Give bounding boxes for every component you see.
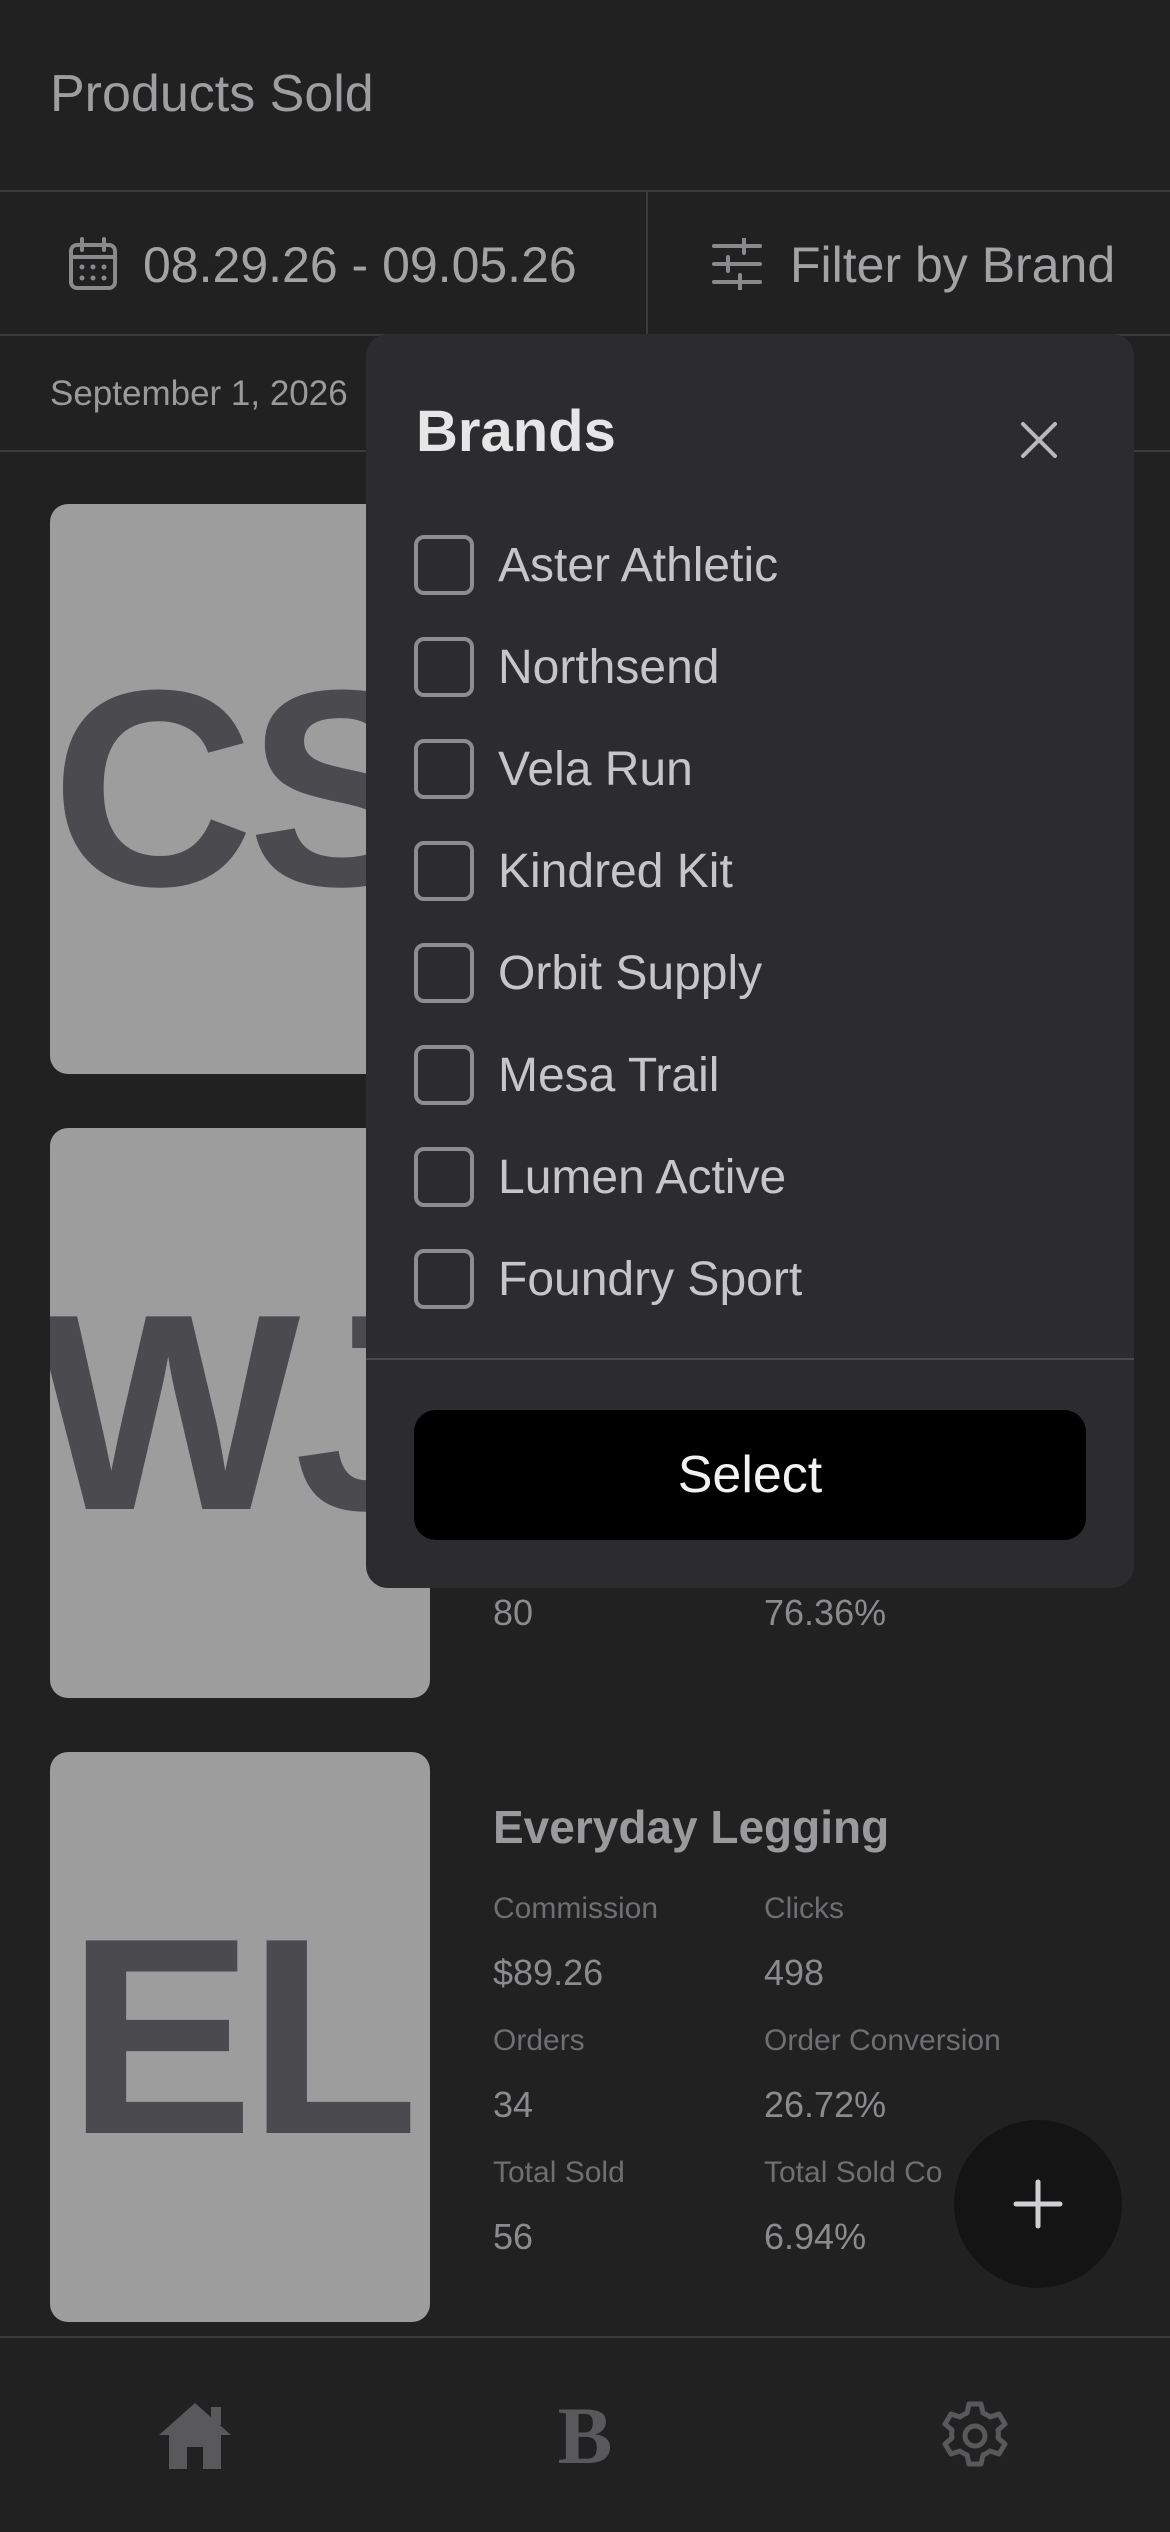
checkbox[interactable]: [414, 841, 474, 901]
commission-label: Commission: [493, 1892, 659, 1925]
brand-b-icon: B: [557, 2390, 613, 2481]
brand-option-label: Mesa Trail: [498, 1049, 720, 1102]
brand-option-label: Kindred Kit: [498, 845, 733, 898]
total-sold-conversion-label: Total Sold Co: [764, 2156, 943, 2189]
date-range-button[interactable]: 08.29.26 - 09.05.26: [0, 192, 646, 336]
total-sold-conversion-value: 6.94%: [764, 2216, 867, 2257]
product-initials: EL: [67, 1880, 419, 2193]
nav-brands[interactable]: B: [390, 2338, 780, 2532]
brand-option-vela-run[interactable]: Vela Run: [414, 734, 1074, 804]
brand-option-mesa-trail[interactable]: Mesa Trail: [414, 1040, 1074, 1110]
brand-option-label: Northsend: [498, 641, 720, 694]
modal-divider: [366, 1358, 1134, 1360]
brand-option-label: Foundry Sport: [498, 1253, 803, 1306]
brand-option-label: Aster Athletic: [498, 539, 779, 592]
home-icon: [159, 2403, 231, 2469]
commission-value: $89.26: [493, 1952, 604, 1993]
sliders-icon: [712, 238, 762, 290]
brand-option-kindred-kit[interactable]: Kindred Kit: [414, 836, 1074, 906]
total-sold-conversion-value: 76.36%: [764, 1592, 887, 1633]
calendar-icon: [69, 237, 117, 290]
gear-icon: [942, 2401, 1008, 2467]
order-conversion-value: 26.72%: [764, 2084, 887, 2125]
filter-bar: 08.29.26 - 09.05.26 Filter by Brand: [0, 192, 1170, 336]
brand-option-northsend[interactable]: Northsend: [414, 632, 1074, 702]
clicks-value: 498: [764, 1952, 825, 1993]
products-sold-screen: Products Sold 08.29.26 - 09.05.26 Filter…: [0, 0, 1170, 2532]
bottom-nav: B: [0, 2336, 1170, 2532]
checkbox[interactable]: [414, 535, 474, 595]
nav-settings[interactable]: [780, 2338, 1170, 2532]
page-title: Products Sold: [50, 65, 374, 123]
total-sold-value: 56: [493, 2216, 534, 2257]
select-button[interactable]: Select: [414, 1410, 1086, 1540]
checkbox[interactable]: [414, 1249, 474, 1309]
brand-option-orbit-supply[interactable]: Orbit Supply: [414, 938, 1074, 1008]
modal-title: Brands: [416, 399, 616, 464]
close-button[interactable]: [1011, 412, 1067, 468]
date-heading: September 1, 2026: [50, 374, 348, 413]
plus-icon: [1013, 2179, 1063, 2229]
brand-option-label: Orbit Supply: [498, 947, 763, 1000]
filter-by-brand-label: Filter by Brand: [790, 237, 1116, 293]
brand-option-label: Vela Run: [498, 743, 693, 796]
checkbox[interactable]: [414, 1045, 474, 1105]
close-icon: [1021, 422, 1057, 458]
clicks-label: Clicks: [764, 1892, 844, 1925]
total-sold-label: Total Sold: [493, 2156, 625, 2189]
product-name: Everyday Legging: [493, 1801, 890, 1853]
app-header: Products Sold: [0, 0, 1170, 192]
filter-by-brand-button[interactable]: Filter by Brand: [648, 192, 1170, 336]
checkbox[interactable]: [414, 1147, 474, 1207]
order-conversion-label: Order Conversion: [764, 2024, 1001, 2057]
brand-option-foundry-sport[interactable]: Foundry Sport: [414, 1244, 1074, 1314]
nav-home[interactable]: [0, 2338, 390, 2532]
date-range-label: 08.29.26 - 09.05.26: [143, 237, 577, 293]
orders-value: 34: [493, 2084, 534, 2125]
orders-label: Orders: [493, 2024, 585, 2057]
product-thumbnail: EL: [50, 1752, 430, 2322]
brand-option-label: Lumen Active: [498, 1151, 787, 1204]
total-sold-value: 80: [493, 1592, 534, 1633]
checkbox[interactable]: [414, 943, 474, 1003]
add-button[interactable]: [954, 2120, 1122, 2288]
checkbox[interactable]: [414, 739, 474, 799]
brand-option-aster-athletic[interactable]: Aster Athletic: [414, 530, 1074, 600]
brand-option-lumen-active[interactable]: Lumen Active: [414, 1142, 1074, 1212]
checkbox[interactable]: [414, 637, 474, 697]
brands-modal: Brands Aster Athletic Northsend Vela Run…: [366, 334, 1134, 1588]
